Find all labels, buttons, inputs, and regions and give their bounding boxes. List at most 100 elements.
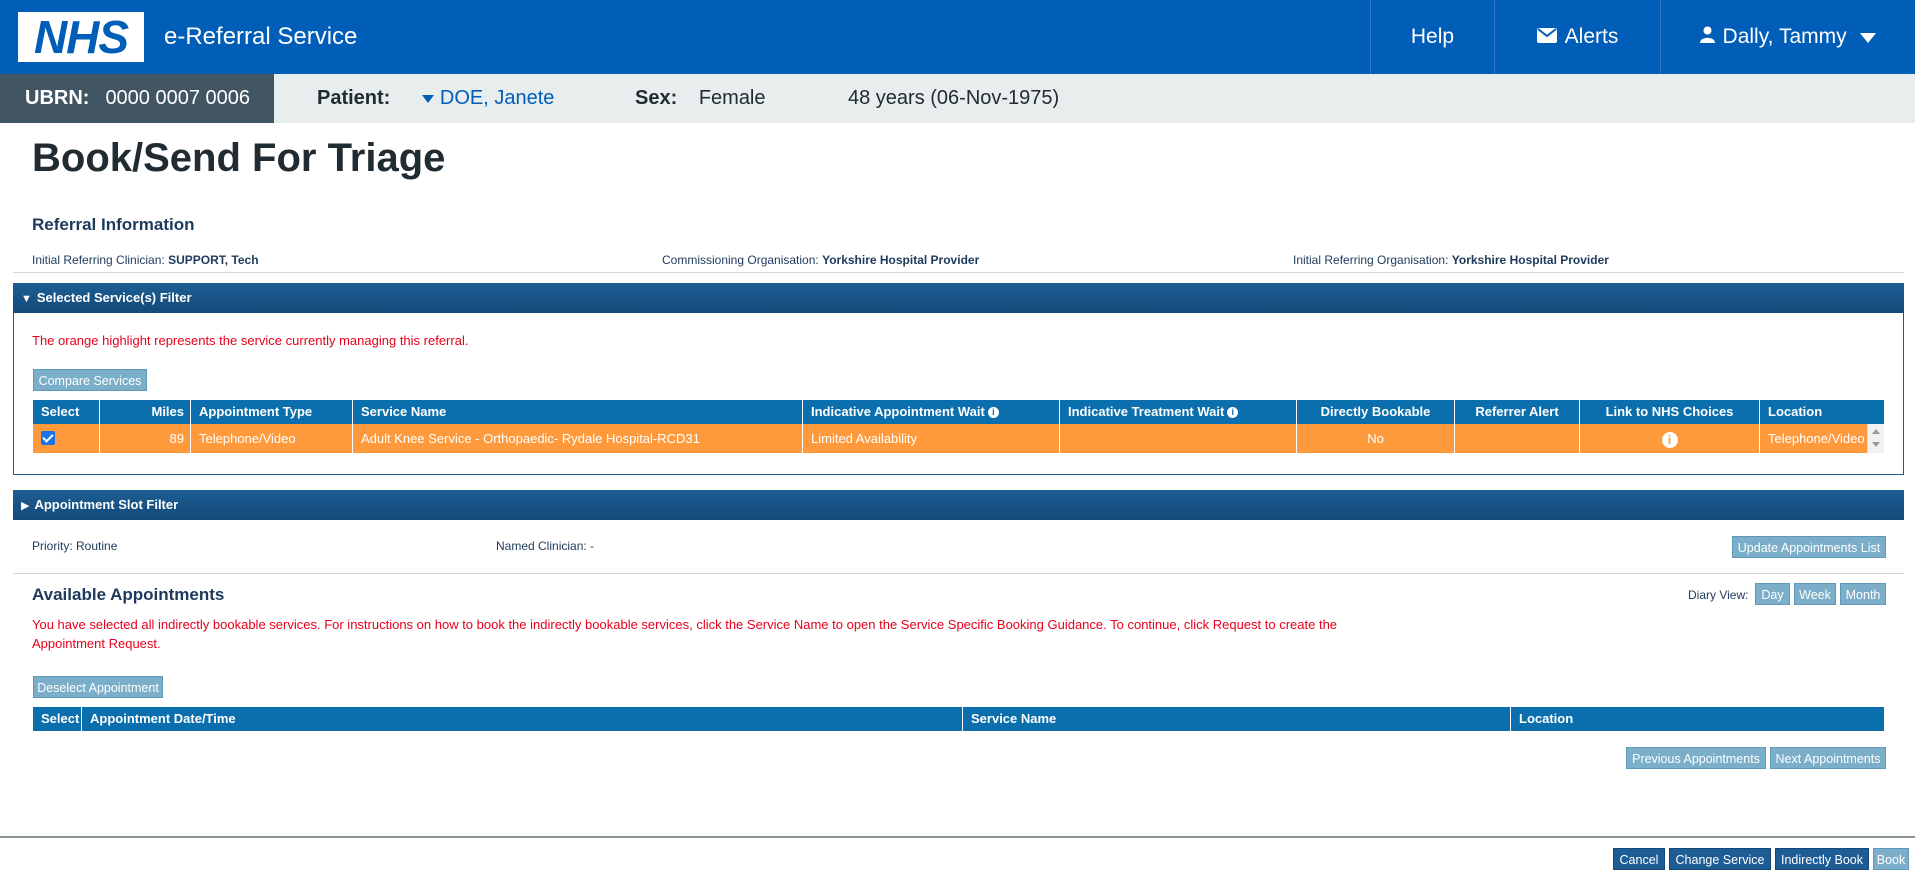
service-name-link[interactable]: Adult Knee Service - Orthopaedic- Rydale…: [353, 424, 803, 453]
col-appointment-datetime: Appointment Date/Time: [82, 707, 963, 731]
caret-down-icon: [421, 94, 434, 103]
sex-value: Female: [698, 87, 766, 109]
chevron-down-icon: [1860, 0, 1877, 74]
scroll-up-icon[interactable]: [1872, 429, 1880, 434]
available-appointments-heading: Available Appointments: [32, 585, 225, 604]
priority-text: Priority: Routine: [32, 539, 118, 553]
miles-cell: 89: [100, 424, 191, 453]
user-icon: [1699, 0, 1715, 74]
referring-org-label: Initial Referring Organisation:: [1293, 253, 1449, 267]
indirectly-bookable-note-line1: You have selected all indirectly bookabl…: [32, 617, 1338, 632]
alerts-link[interactable]: Alerts: [1494, 0, 1660, 74]
col-select: Select: [33, 400, 100, 424]
select-cell: [33, 424, 100, 453]
col-miles: Miles: [100, 400, 191, 424]
treatment-wait-cell: [1060, 424, 1297, 453]
page-title: Book/Send For Triage: [32, 136, 446, 180]
col-directly-bookable: Directly Bookable: [1297, 400, 1455, 424]
clinician-label: Initial Referring Clinician:: [32, 253, 165, 267]
patient-age: 48 years (06-Nov-1975): [848, 87, 1060, 109]
book-button[interactable]: Book: [1873, 848, 1909, 870]
footer-divider: [0, 836, 1915, 838]
diary-view-label: Diary View:: [1688, 588, 1749, 602]
col-nhs-choices: Link to NHS Choices: [1580, 400, 1760, 424]
change-service-button[interactable]: Change Service: [1669, 848, 1771, 870]
scroll-down-icon[interactable]: [1872, 442, 1880, 447]
compare-services-button[interactable]: Compare Services: [33, 369, 147, 391]
nhs-logo: NHS: [18, 12, 144, 62]
indirectly-book-button[interactable]: Indirectly Book: [1775, 848, 1869, 870]
appointment-wait-cell: Limited Availability: [803, 424, 1060, 453]
help-label: Help: [1410, 25, 1455, 48]
directly-bookable-cell: No: [1297, 424, 1455, 453]
diary-day-button[interactable]: Day: [1755, 583, 1790, 605]
initial-referring-clinician: Initial Referring Clinician: SUPPORT, Te…: [32, 252, 259, 268]
services-scrollbar[interactable]: [1867, 424, 1884, 453]
cancel-button[interactable]: Cancel: [1613, 848, 1665, 870]
service-row[interactable]: 89 Telephone/Video Adult Knee Service - …: [33, 424, 1867, 453]
nhs-logo-text: NHS: [33, 11, 129, 63]
deselect-appointment-button[interactable]: Deselect Appointment: [33, 676, 163, 698]
patient-banner: UBRN: 0000 0007 0006 Patient: DOE, Janete…: [0, 74, 1915, 123]
update-appointments-button[interactable]: Update Appointments List: [1732, 536, 1886, 558]
appointments-table-header: Select Appointment Date/Time Service Nam…: [33, 707, 1884, 731]
ubrn-value: 0000 0007 0006: [105, 87, 251, 109]
next-appointments-button[interactable]: Next Appointments: [1770, 747, 1886, 769]
orange-highlight-note: The orange highlight represents the serv…: [32, 333, 469, 348]
commissioning-label: Commissioning Organisation:: [662, 253, 819, 267]
col-service-name: Service Name: [353, 400, 803, 424]
service-select-checkbox[interactable]: [41, 431, 55, 445]
col-select: Select: [33, 707, 82, 731]
patient-name-link[interactable]: DOE, Janete: [396, 87, 554, 109]
patient-field: Patient: DOE, Janete: [317, 74, 554, 123]
services-table-header: Select Miles Appointment Type Service Na…: [33, 400, 1884, 424]
selected-services-filter-title: Selected Service(s) Filter: [36, 290, 192, 305]
sex-label: Sex:: [635, 87, 678, 109]
referral-info-heading: Referral Information: [32, 215, 195, 234]
col-treatment-wait: Indicative Treatment Wait i: [1060, 400, 1297, 424]
sex-field: Sex: Female: [635, 74, 766, 123]
info-icon[interactable]: i: [987, 407, 999, 419]
col-service-name: Service Name: [963, 707, 1511, 731]
nhs-choices-cell: i: [1580, 424, 1760, 453]
diary-month-button[interactable]: Month: [1840, 583, 1886, 605]
col-location: Location: [1519, 711, 1574, 726]
indirectly-bookable-note-line2: Appointment Request.: [32, 636, 161, 651]
selected-services-filter-toggle[interactable]: ▼ Selected Service(s) Filter: [13, 283, 1904, 313]
app-title: e-Referral Service: [164, 23, 358, 50]
info-icon[interactable]: i: [1227, 407, 1239, 419]
appointment-type-cell: Telephone/Video: [191, 424, 353, 453]
previous-appointments-button[interactable]: Previous Appointments: [1626, 747, 1766, 769]
divider: [13, 272, 1904, 273]
clinician-value: SUPPORT, Tech: [168, 253, 259, 267]
diary-week-button[interactable]: Week: [1794, 583, 1836, 605]
col-treatment-wait-label: Indicative Treatment Wait: [1068, 404, 1225, 419]
nhs-choices-info-icon[interactable]: i: [1661, 431, 1678, 448]
divider: [13, 573, 1904, 574]
patient-label: Patient:: [317, 87, 391, 109]
top-header: NHS e-Referral Service Help Alerts Dally…: [0, 0, 1915, 74]
envelope-icon: [1536, 0, 1557, 74]
location-cell: Telephone/Video: [1768, 431, 1865, 446]
named-clinician-text: Named Clinician: -: [496, 539, 595, 553]
commissioning-value: Yorkshire Hospital Provider: [822, 253, 980, 267]
col-appointment-wait-label: Indicative Appointment Wait: [811, 404, 985, 419]
user-menu[interactable]: Dally, Tammy: [1660, 0, 1915, 74]
appointment-slot-filter-title: Appointment Slot Filter: [34, 497, 179, 512]
triangle-right-icon: ▶: [21, 500, 30, 512]
col-appointment-wait: Indicative Appointment Wait i: [803, 400, 1060, 424]
col-referrer-alert: Referrer Alert: [1455, 400, 1580, 424]
col-location: Location: [1768, 404, 1823, 419]
referrer-alert-cell: [1455, 424, 1580, 453]
appointment-slot-filter-toggle[interactable]: ▶ Appointment Slot Filter: [13, 490, 1904, 520]
col-appointment-type: Appointment Type: [191, 400, 353, 424]
commissioning-organisation: Commissioning Organisation: Yorkshire Ho…: [662, 252, 979, 268]
referring-org-value: Yorkshire Hospital Provider: [1451, 253, 1609, 267]
user-name: Dally, Tammy: [1722, 25, 1847, 48]
triangle-down-icon: ▼: [21, 293, 32, 305]
alerts-label: Alerts: [1564, 25, 1619, 48]
help-link[interactable]: Help: [1370, 0, 1494, 74]
ubrn-label: UBRN:: [25, 87, 90, 109]
initial-referring-organisation: Initial Referring Organisation: Yorkshir…: [1293, 252, 1609, 268]
ubrn-box: UBRN: 0000 0007 0006: [0, 74, 274, 123]
